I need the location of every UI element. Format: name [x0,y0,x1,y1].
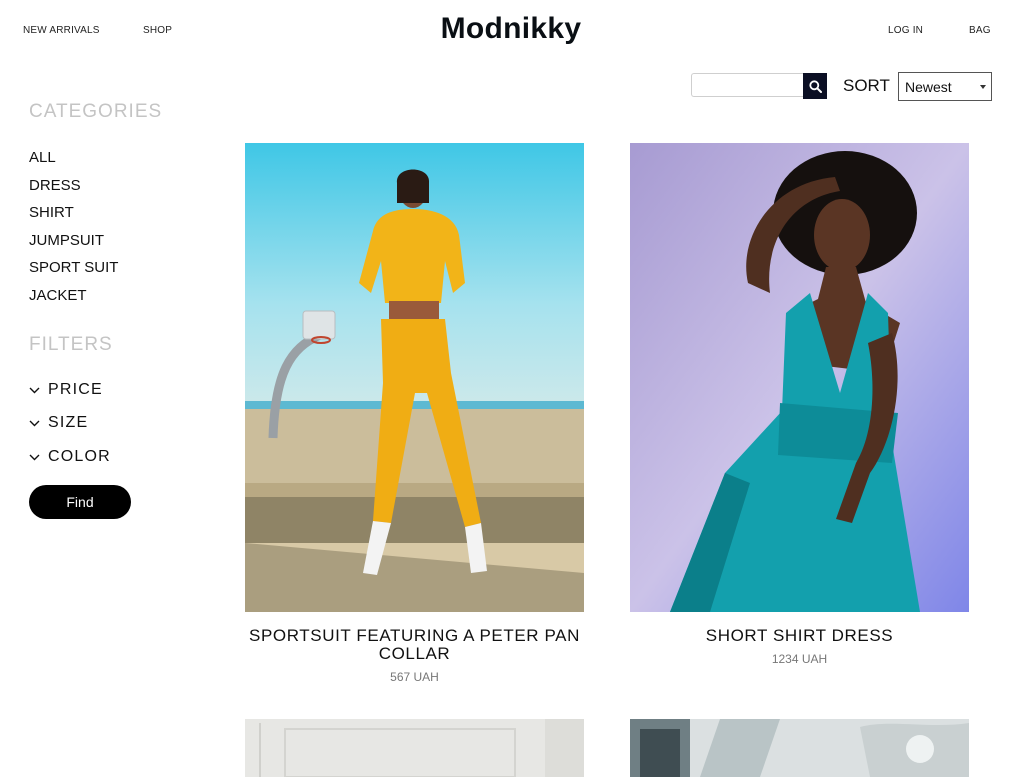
product-image[interactable] [630,143,969,612]
filters-heading: FILTERS [29,334,113,355]
category-list: ALL DRESS SHIRT JUMPSUIT SPORT SUIT JACK… [29,149,118,314]
search-input[interactable] [691,73,803,97]
product-price: 567 UAH [390,670,439,684]
search-bar [691,73,827,99]
product-image[interactable] [630,719,969,777]
search-button[interactable] [803,73,827,99]
nav-login[interactable]: LOG IN [888,25,923,36]
product-image[interactable] [245,143,584,612]
search-icon [808,79,822,93]
filter-color-label: COLOR [48,448,111,465]
chevron-down-icon [29,387,40,393]
chevron-down-icon [29,454,40,460]
logo[interactable]: Modnikky [0,12,1022,46]
filter-size[interactable]: SIZE [29,414,88,432]
product-price: 1234 UAH [771,652,828,666]
category-all[interactable]: ALL [29,149,118,177]
filter-price-label: PRICE [48,381,103,398]
product-image[interactable] [245,719,584,777]
category-jumpsuit[interactable]: JUMPSUIT [29,232,118,260]
sort-select[interactable]: Newest [898,72,992,101]
category-shirt[interactable]: SHIRT [29,204,118,232]
sort-selected-value: Newest [905,78,952,95]
filter-color[interactable]: COLOR [29,448,111,466]
sort-label: SORT [843,76,890,95]
filter-size-label: SIZE [48,414,89,431]
chevron-down-icon [29,420,40,426]
filter-price[interactable]: PRICE [29,381,103,399]
find-button[interactable]: Find [29,485,131,519]
product-name[interactable]: SHORT SHIRT DRESS [630,627,969,645]
categories-heading: CATEGORIES [29,101,163,122]
caret-down-icon [980,85,986,89]
nav-bag[interactable]: BAG [969,25,991,36]
category-dress[interactable]: DRESS [29,177,118,205]
product-name[interactable]: SPORTSUIT FEATURING A PETER PAN COLLAR [245,627,584,663]
category-jacket[interactable]: JACKET [29,287,118,315]
category-sport-suit[interactable]: SPORT SUIT [29,259,118,287]
